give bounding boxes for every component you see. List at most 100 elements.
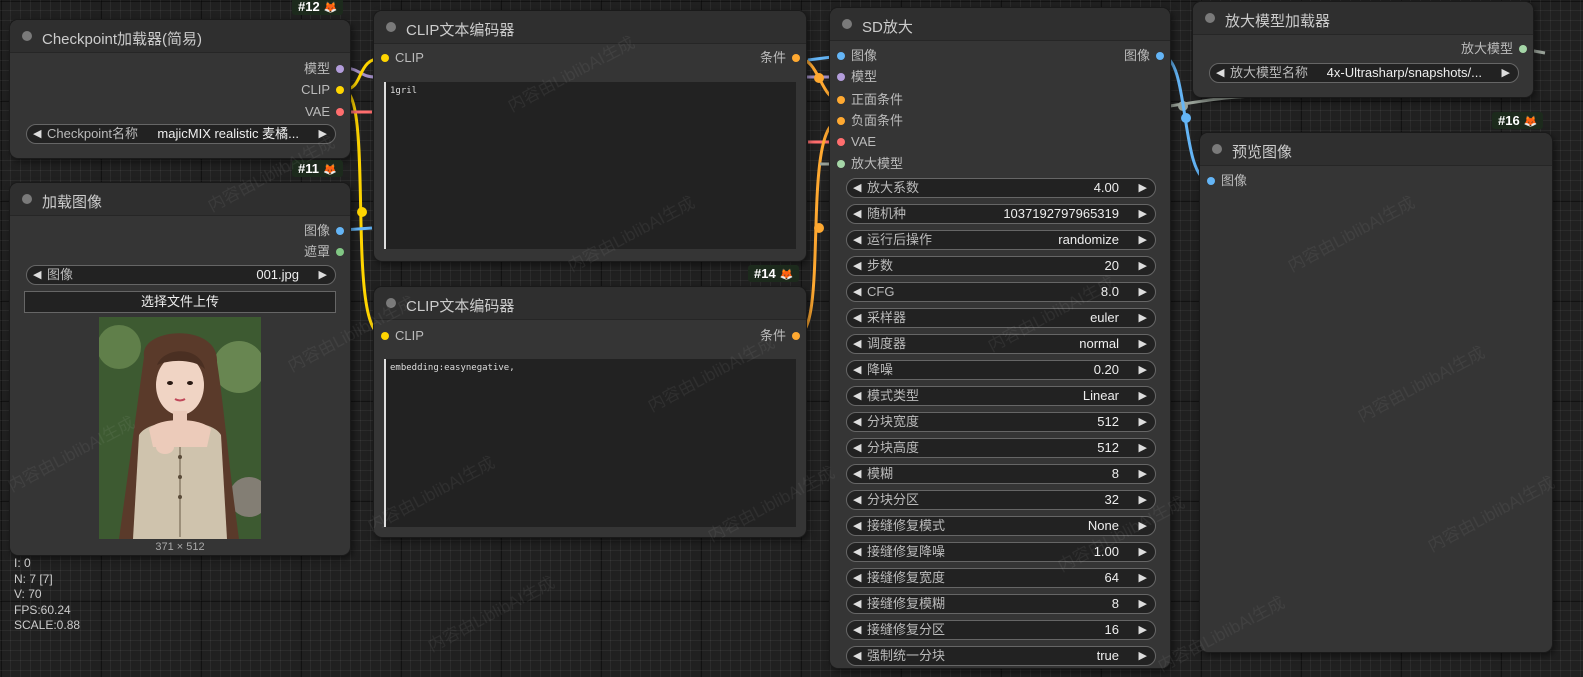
arrow-right-icon[interactable]: ▶: [1139, 205, 1147, 223]
arrow-right-icon[interactable]: ▶: [1139, 257, 1147, 275]
arrow-left-icon[interactable]: ◀: [33, 125, 41, 143]
ckpt-name-combo[interactable]: ◀ Checkpoint名称 majicMIX realistic 麦橘... ▶: [26, 124, 336, 144]
arrow-right-icon[interactable]: ▶: [1139, 465, 1147, 483]
input-image[interactable]: 图像: [837, 48, 877, 64]
arrow-right-icon[interactable]: ▶: [1139, 387, 1147, 405]
arrow-left-icon[interactable]: ◀: [853, 309, 861, 327]
arrow-left-icon[interactable]: ◀: [853, 595, 861, 613]
output-clip[interactable]: CLIP: [301, 82, 344, 98]
prompt-textarea[interactable]: 1gril: [384, 82, 796, 249]
input-clip[interactable]: CLIP: [381, 50, 424, 66]
collapse-dot-icon[interactable]: [842, 19, 852, 29]
arrow-left-icon[interactable]: ◀: [853, 179, 861, 197]
output-conditioning[interactable]: 条件: [760, 328, 800, 344]
sd-widget[interactable]: ◀ 分块宽度 512 ▶: [846, 412, 1156, 432]
output-dot-icon[interactable]: [336, 108, 344, 116]
collapse-dot-icon[interactable]: [386, 298, 396, 308]
sd-widget[interactable]: ◀ 接缝修复宽度 64 ▶: [846, 568, 1156, 588]
input-vae[interactable]: VAE: [837, 134, 876, 150]
input-dot-icon[interactable]: [837, 160, 845, 168]
arrow-left-icon[interactable]: ◀: [853, 283, 861, 301]
arrow-left-icon[interactable]: ◀: [853, 439, 861, 457]
sd-widget[interactable]: ◀ 接缝修复模糊 8 ▶: [846, 594, 1156, 614]
output-upscale-model[interactable]: 放大模型: [1461, 41, 1527, 57]
node-title-bar[interactable]: SD放大: [830, 8, 1170, 41]
sd-widget[interactable]: ◀ 放大系数 4.00 ▶: [846, 178, 1156, 198]
sd-widget[interactable]: ◀ 调度器 normal ▶: [846, 334, 1156, 354]
sd-widget[interactable]: ◀ 强制统一分块 true ▶: [846, 646, 1156, 666]
arrow-left-icon[interactable]: ◀: [853, 387, 861, 405]
output-dot-icon[interactable]: [792, 332, 800, 340]
collapse-dot-icon[interactable]: [22, 194, 32, 204]
output-dot-icon[interactable]: [336, 65, 344, 73]
collapse-dot-icon[interactable]: [386, 22, 396, 32]
arrow-left-icon[interactable]: ◀: [853, 335, 861, 353]
sd-upscale-node[interactable]: SD放大 图像 模型 正面条件 负面条件 VAE 放大模型 图像 ◀ 放大系数 4.…: [830, 8, 1170, 668]
arrow-left-icon[interactable]: ◀: [853, 465, 861, 483]
input-dot-icon[interactable]: [381, 54, 389, 62]
output-dot-icon[interactable]: [1156, 52, 1164, 60]
arrow-right-icon[interactable]: ▶: [1139, 621, 1147, 639]
arrow-right-icon[interactable]: ▶: [319, 266, 327, 284]
input-negative[interactable]: 负面条件: [837, 113, 903, 129]
arrow-left-icon[interactable]: ◀: [853, 361, 861, 379]
arrow-right-icon[interactable]: ▶: [1139, 569, 1147, 587]
input-model[interactable]: 模型: [837, 69, 877, 85]
sd-widget[interactable]: ◀ 分块高度 512 ▶: [846, 438, 1156, 458]
input-dot-icon[interactable]: [837, 117, 845, 125]
output-dot-icon[interactable]: [336, 86, 344, 94]
arrow-left-icon[interactable]: ◀: [853, 413, 861, 431]
clip-text-encode-positive-node[interactable]: CLIP文本编码器 CLIP 条件 1gril: [374, 11, 806, 261]
node-title-bar[interactable]: Checkpoint加载器(简易): [10, 20, 350, 53]
input-dot-icon[interactable]: [837, 138, 845, 146]
arrow-right-icon[interactable]: ▶: [1139, 595, 1147, 613]
input-dot-icon[interactable]: [381, 332, 389, 340]
arrow-right-icon[interactable]: ▶: [1139, 517, 1147, 535]
upload-button[interactable]: 选择文件上传: [24, 291, 336, 313]
sd-widget[interactable]: ◀ 步数 20 ▶: [846, 256, 1156, 276]
node-title-bar[interactable]: CLIP文本编码器: [374, 11, 806, 44]
node-title-bar[interactable]: CLIP文本编码器: [374, 287, 806, 320]
arrow-right-icon[interactable]: ▶: [1139, 231, 1147, 249]
arrow-right-icon[interactable]: ▶: [1139, 647, 1147, 665]
preview-image-node[interactable]: 预览图像 图像: [1200, 133, 1552, 652]
arrow-right-icon[interactable]: ▶: [1139, 413, 1147, 431]
sd-widget[interactable]: ◀ 模式类型 Linear ▶: [846, 386, 1156, 406]
input-image[interactable]: 图像: [1207, 173, 1247, 189]
upscale-model-combo[interactable]: ◀ 放大模型名称 4x-Ultrasharp/snapshots/... ▶: [1209, 63, 1519, 83]
node-title-bar[interactable]: 加载图像: [10, 183, 350, 216]
sd-widget[interactable]: ◀ 降噪 0.20 ▶: [846, 360, 1156, 380]
arrow-left-icon[interactable]: ◀: [853, 543, 861, 561]
arrow-right-icon[interactable]: ▶: [1139, 335, 1147, 353]
sd-widget[interactable]: ◀ 分块分区 32 ▶: [846, 490, 1156, 510]
output-image[interactable]: 图像: [1124, 48, 1164, 64]
arrow-left-icon[interactable]: ◀: [853, 647, 861, 665]
arrow-right-icon[interactable]: ▶: [1139, 179, 1147, 197]
arrow-left-icon[interactable]: ◀: [33, 266, 41, 284]
collapse-dot-icon[interactable]: [22, 31, 32, 41]
sd-widget[interactable]: ◀ CFG 8.0 ▶: [846, 282, 1156, 302]
arrow-left-icon[interactable]: ◀: [853, 569, 861, 587]
output-dot-icon[interactable]: [336, 227, 344, 235]
prompt-textarea[interactable]: embedding:easynegative,: [384, 359, 796, 527]
output-model[interactable]: 模型: [304, 61, 344, 77]
node-title-bar[interactable]: 放大模型加载器: [1193, 2, 1533, 35]
arrow-right-icon[interactable]: ▶: [1139, 543, 1147, 561]
image-combo[interactable]: ◀ 图像 001.jpg ▶: [26, 265, 336, 285]
input-dot-icon[interactable]: [837, 96, 845, 104]
output-image[interactable]: 图像: [304, 223, 344, 239]
sd-widget[interactable]: ◀ 随机种 1037192797965319 ▶: [846, 204, 1156, 224]
output-dot-icon[interactable]: [1519, 45, 1527, 53]
input-dot-icon[interactable]: [837, 73, 845, 81]
load-image-node[interactable]: 加载图像 图像 遮罩 ◀ 图像 001.jpg ▶ 选择文件上传 371 × 512: [10, 183, 350, 555]
clip-text-encode-negative-node[interactable]: CLIP文本编码器 CLIP 条件 embedding:easynegative…: [374, 287, 806, 537]
arrow-right-icon[interactable]: ▶: [1139, 283, 1147, 301]
collapse-dot-icon[interactable]: [1212, 144, 1222, 154]
input-positive[interactable]: 正面条件: [837, 92, 903, 108]
arrow-left-icon[interactable]: ◀: [1216, 64, 1224, 82]
arrow-left-icon[interactable]: ◀: [853, 257, 861, 275]
output-dot-icon[interactable]: [792, 54, 800, 62]
sd-widget[interactable]: ◀ 采样器 euler ▶: [846, 308, 1156, 328]
sd-widget[interactable]: ◀ 接缝修复模式 None ▶: [846, 516, 1156, 536]
arrow-left-icon[interactable]: ◀: [853, 517, 861, 535]
